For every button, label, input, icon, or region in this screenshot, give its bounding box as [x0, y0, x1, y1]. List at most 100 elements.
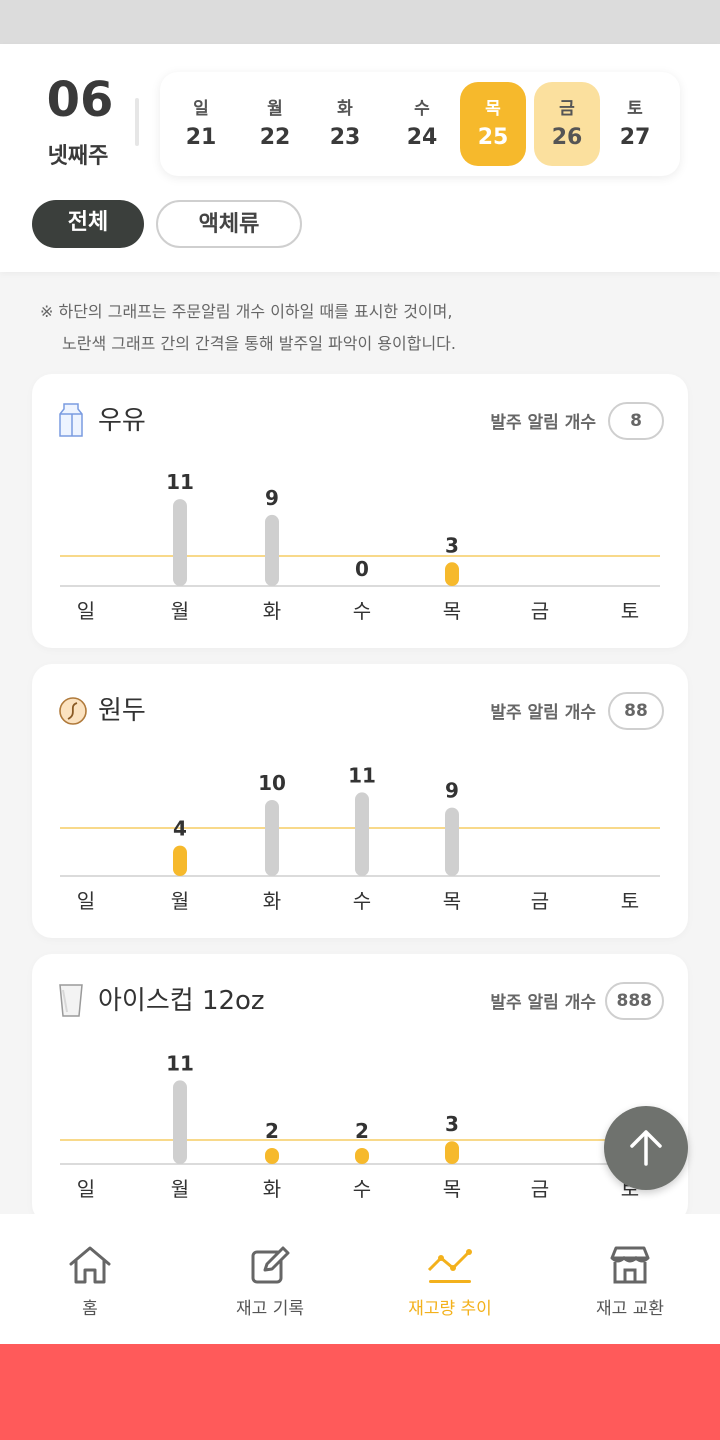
x-tick-label: 토 — [621, 599, 639, 623]
chart-svg: 일 월 4 화 10 수 11 목 9 금 토 — [60, 763, 660, 913]
stock-chart: 일 월 11 화 9 수 0 목 3 금 토 — [32, 374, 688, 648]
day-name: 화 — [337, 99, 353, 119]
nav-label: 재고 교환 — [596, 1299, 664, 1319]
x-tick-label: 목 — [443, 1177, 461, 1201]
bottom-nav: 홈 재고 기록 재고량 추이 재고 교환 — [0, 1214, 720, 1344]
x-tick-label: 월 — [171, 889, 189, 913]
inventory-card-ice-cup: 아이스컵 12oz 발주 알림 개수 888 일 월 11 화 2 수 2 목 3 금 토 — [32, 954, 688, 1224]
data-label: 11 — [166, 470, 194, 494]
data-label: 3 — [445, 1112, 459, 1136]
bar — [265, 800, 279, 876]
day-name: 일 — [193, 99, 209, 119]
x-tick-label: 일 — [77, 599, 95, 623]
week-label: 넷째주 — [47, 144, 109, 169]
bar-highlighted — [355, 1148, 369, 1164]
bar-highlighted — [265, 1148, 279, 1164]
day-date: 26 — [551, 125, 583, 150]
x-tick-label: 일 — [77, 889, 95, 913]
week-header: 06 넷째주 일 21 월 22 화 23 수 24 목 25 금 26 토 2… — [0, 44, 720, 272]
arrow-up-icon — [630, 1130, 662, 1166]
x-tick-label: 화 — [263, 889, 281, 913]
data-label: 9 — [445, 779, 459, 803]
home-icon — [69, 1246, 111, 1284]
x-tick-label: 금 — [531, 1177, 549, 1201]
bar — [173, 1080, 187, 1164]
notice-line-2: 노란색 그래프 간의 간격을 통해 발주일 파악이 용이합니다. — [62, 334, 456, 353]
filter-all-button[interactable]: 전체 — [32, 200, 144, 248]
x-tick-label: 토 — [621, 889, 639, 913]
stock-chart: 일 월 4 화 10 수 11 목 9 금 토 — [32, 664, 688, 938]
x-tick-label: 월 — [171, 599, 189, 623]
chart-svg: 일 월11화2수2목3금 토 — [60, 1051, 660, 1201]
day-date: 23 — [329, 125, 361, 150]
filter-liquid-button[interactable]: 액체류 — [156, 200, 302, 248]
scroll-to-top-button[interactable] — [604, 1106, 688, 1190]
x-tick-label: 목 — [443, 599, 461, 623]
x-tick-label: 화 — [263, 1177, 281, 1201]
data-label: 10 — [258, 771, 286, 795]
day-sat[interactable]: 토 27 — [602, 82, 668, 166]
day-sun[interactable]: 일 21 — [168, 82, 234, 166]
x-tick-label: 금 — [531, 599, 549, 623]
x-tick-label: 수 — [353, 599, 371, 623]
day-fri[interactable]: 금 26 — [534, 82, 600, 166]
status-bar — [0, 0, 720, 44]
x-tick-label: 화 — [263, 599, 281, 623]
data-label: 3 — [445, 533, 459, 557]
day-name: 목 — [485, 99, 501, 119]
chart-svg: 일 월 11 화 9 수 0 목 3 금 토 — [60, 470, 660, 623]
data-label: 4 — [173, 817, 187, 841]
nav-stock-exchange[interactable]: 재고 교환 — [540, 1244, 720, 1319]
notice: ※ 하단의 그래프는 주문알림 개수 이하일 때를 표시한 것이며, 노란색 그… — [40, 296, 456, 360]
day-mon[interactable]: 월 22 — [242, 82, 308, 166]
footer-bar — [0, 1344, 720, 1440]
bar — [173, 499, 187, 586]
stock-chart: 일 월 11 화 2 수 2 목 3 금 토 — [32, 954, 688, 1224]
nav-home[interactable]: 홈 — [0, 1244, 180, 1319]
store-icon — [610, 1246, 650, 1284]
day-name: 금 — [559, 99, 575, 119]
bar-highlighted — [445, 1141, 459, 1164]
data-label: 11 — [166, 1051, 194, 1075]
day-name: 토 — [627, 99, 643, 119]
bar — [355, 792, 369, 876]
day-date: 25 — [477, 125, 509, 150]
day-name: 수 — [414, 99, 430, 119]
data-label: 2 — [355, 1119, 369, 1143]
inventory-card-milk: 우유 발주 알림 개수 8 일 월 11 화 9 수 0 목 3 금 토 — [32, 374, 688, 648]
nav-stock-trend[interactable]: 재고량 추이 — [360, 1244, 540, 1319]
nav-label: 재고량 추이 — [408, 1299, 492, 1319]
data-label: 11 — [348, 763, 376, 787]
bar-highlighted — [173, 845, 187, 876]
bar — [265, 514, 279, 586]
x-tick-label: 금 — [531, 889, 549, 913]
x-tick-label: 수 — [353, 889, 371, 913]
day-name: 월 — [267, 99, 283, 119]
data-label: 9 — [265, 486, 279, 510]
notice-line-1: ※ 하단의 그래프는 주문알림 개수 이하일 때를 표시한 것이며, — [40, 302, 453, 321]
x-tick-label: 목 — [443, 889, 461, 913]
x-tick-label: 월 — [171, 1177, 189, 1201]
nav-stock-record[interactable]: 재고 기록 — [180, 1244, 360, 1319]
divider — [135, 98, 139, 146]
trend-icon — [427, 1249, 472, 1283]
edit-icon — [251, 1246, 290, 1284]
bar — [445, 807, 459, 876]
data-label: 2 — [265, 1119, 279, 1143]
data-label: 0 — [355, 557, 369, 581]
nav-label: 재고 기록 — [236, 1299, 304, 1319]
day-tue[interactable]: 화 23 — [312, 82, 378, 166]
week-number: 06 — [46, 72, 114, 128]
day-date: 22 — [259, 125, 291, 150]
inventory-card-beans: 원두 발주 알림 개수 88 일 월 4 화 10 수 11 목 9 금 토 — [32, 664, 688, 938]
day-date: 27 — [619, 125, 651, 150]
nav-label: 홈 — [82, 1299, 98, 1319]
date-strip: 일 21 월 22 화 23 수 24 목 25 금 26 토 27 — [160, 72, 680, 176]
x-tick-label: 일 — [77, 1177, 95, 1201]
day-date: 24 — [406, 125, 438, 150]
day-date: 21 — [185, 125, 217, 150]
bar-highlighted — [445, 562, 459, 586]
day-thu-today[interactable]: 목 25 — [460, 82, 526, 166]
day-wed[interactable]: 수 24 — [389, 82, 455, 166]
x-tick-label: 수 — [353, 1177, 371, 1201]
